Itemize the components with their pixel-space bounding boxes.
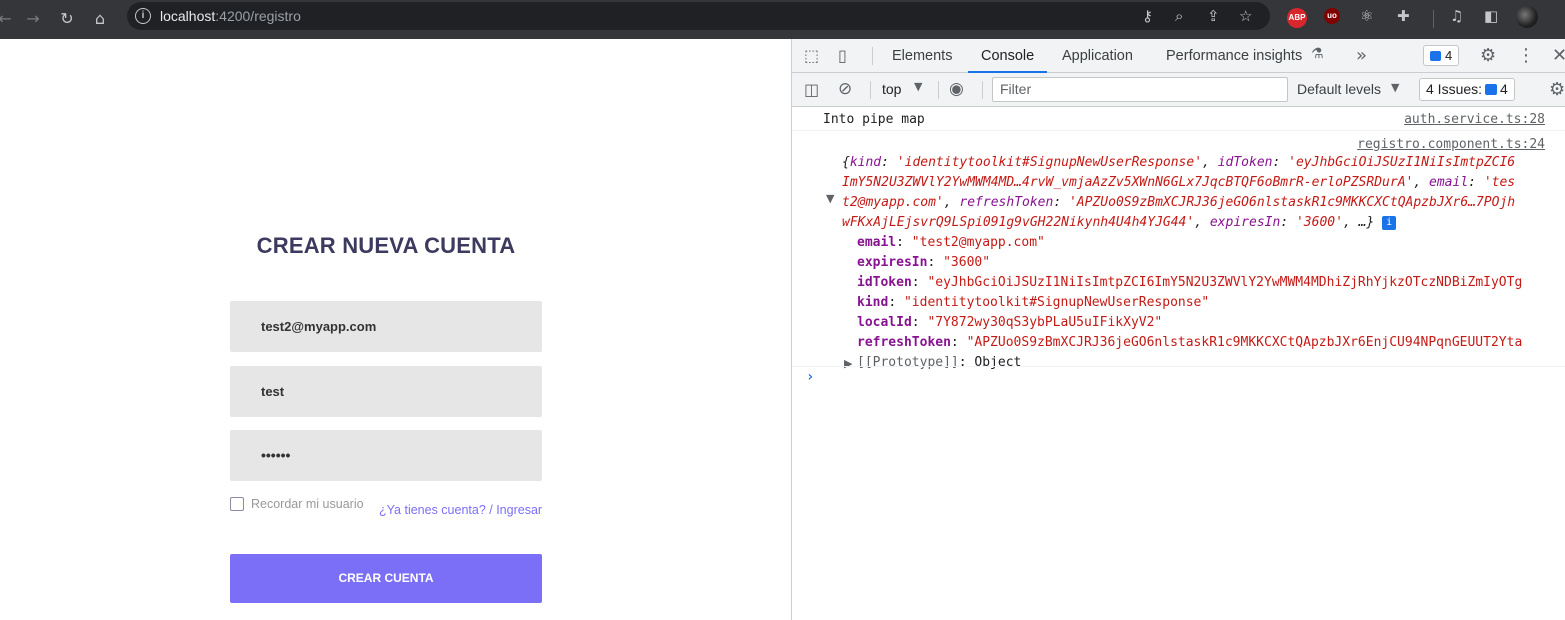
expand-caret-icon[interactable]: ▼ xyxy=(826,192,834,205)
console-prompt-icon[interactable]: › xyxy=(806,369,814,385)
console-message: Into pipe map auth.service.ts:28 xyxy=(792,107,1565,131)
url-text[interactable]: localhost:4200/registro xyxy=(160,8,301,24)
toolbar-divider xyxy=(1433,10,1434,28)
object-property: email: "test2@myapp.com" xyxy=(857,235,1045,250)
levels-dropdown-icon[interactable]: ▼ xyxy=(1391,81,1399,94)
password-field[interactable]: •••••• xyxy=(230,430,542,481)
bookmark-star-icon[interactable]: ☆ xyxy=(1239,7,1252,25)
object-summary-line[interactable]: wFKxAjLEjsvrQ9LSpi091g9vGH22Nikynh4U4h4Y… xyxy=(842,215,1397,230)
page-title: CREAR NUEVA CUENTA xyxy=(256,233,516,258)
side-panel-icon[interactable]: ◧ xyxy=(1484,7,1498,25)
object-property: idToken: "eyJhbGciOiJSUzI1NiIsImtpZCI6Im… xyxy=(857,275,1523,290)
object-property: refreshToken: "APZUo0S9zBmXCJRJ36jeGO6nl… xyxy=(857,335,1523,350)
object-property: expiresIn: "3600" xyxy=(857,255,991,270)
adblock-extension-icon[interactable]: ABP xyxy=(1287,8,1307,28)
default-levels-dropdown[interactable]: Default levels xyxy=(1297,81,1381,97)
message-icon xyxy=(1430,51,1441,61)
browser-toolbar: ← → ↻ ⌂ i localhost:4200/registro ⚷ ⌕ ⇪ … xyxy=(0,0,1565,39)
device-toolbar-icon[interactable]: ▯ xyxy=(838,46,847,65)
tab-divider xyxy=(872,47,873,65)
remember-label: Recordar mi usuario xyxy=(251,497,364,511)
profile-avatar[interactable] xyxy=(1516,6,1538,28)
toolbar-divider xyxy=(982,81,983,99)
clear-console-icon[interactable]: ⊘ xyxy=(838,79,852,99)
site-info-icon[interactable]: i xyxy=(135,8,151,24)
devtools-panel: ⬚ ▯ Elements Console Application Perform… xyxy=(791,39,1565,620)
share-icon[interactable]: ⇪ xyxy=(1207,7,1220,25)
ublock-extension-icon[interactable]: uo xyxy=(1324,8,1340,24)
log-text: Into pipe map xyxy=(823,112,925,127)
react-devtools-icon[interactable]: ⚛ xyxy=(1360,7,1373,25)
console-divider xyxy=(792,366,1565,367)
flask-icon: ⚗ xyxy=(1311,46,1324,62)
console-settings-gear-icon[interactable]: ⚙ xyxy=(1549,79,1565,100)
reload-icon[interactable]: ↻ xyxy=(54,6,80,32)
toolbar-divider xyxy=(938,81,939,99)
object-property: kind: "identitytoolkit#SignupNewUserResp… xyxy=(857,295,1210,310)
messages-badge[interactable]: 4 xyxy=(1423,45,1460,66)
login-link[interactable]: ¿Ya tienes cuenta? / Ingresar xyxy=(379,503,542,517)
filter-input[interactable]: Filter xyxy=(992,77,1288,102)
create-account-button[interactable]: CREAR CUENTA xyxy=(230,554,542,603)
issues-button[interactable]: 4 Issues: 4 xyxy=(1419,78,1515,101)
sidebar-toggle-icon[interactable]: ◫ xyxy=(804,80,819,99)
forward-arrow-icon[interactable]: → xyxy=(20,6,46,32)
tab-console[interactable]: Console xyxy=(968,39,1048,73)
key-icon[interactable]: ⚷ xyxy=(1142,7,1153,25)
tab-performance-insights[interactable]: Performance insights xyxy=(1166,39,1302,73)
app-page: CREAR NUEVA CUENTA test2@myapp.com test … xyxy=(0,39,791,620)
info-icon[interactable]: i xyxy=(1382,216,1397,230)
more-tabs-chevron-icon[interactable]: » xyxy=(1356,45,1367,66)
close-devtools-icon[interactable]: ✕ xyxy=(1552,45,1565,66)
live-expression-eye-icon[interactable]: ◉ xyxy=(949,79,964,99)
object-property: localId: "7Y872wy30qS3ybPLaU5uIFikXyV2" xyxy=(857,315,1163,330)
zoom-icon[interactable]: ⌕ xyxy=(1175,7,1183,25)
object-prototype[interactable]: [[Prototype]]: Object xyxy=(857,355,1021,370)
tab-elements[interactable]: Elements xyxy=(892,39,952,73)
log-source-link[interactable]: registro.component.ts:24 xyxy=(1357,137,1545,152)
extensions-puzzle-icon[interactable]: ✚ xyxy=(1397,7,1410,25)
name-field[interactable]: test xyxy=(230,366,542,417)
inspect-element-icon[interactable]: ⬚ xyxy=(804,46,819,65)
tab-application[interactable]: Application xyxy=(1062,39,1133,73)
devtools-tabbar: ⬚ ▯ Elements Console Application Perform… xyxy=(792,39,1565,73)
expand-prototype-caret-icon[interactable]: ▶ xyxy=(844,357,852,370)
address-bar[interactable]: i localhost:4200/registro ⚷ ⌕ ⇪ ☆ xyxy=(127,2,1270,30)
console-toolbar: ◫ ⊘ top ▼ ◉ Filter Default levels ▼ 4 Is… xyxy=(792,73,1565,107)
toolbar-divider xyxy=(870,81,871,99)
console-message: registro.component.ts:24 ▼ {kind: 'ident… xyxy=(792,131,1565,370)
object-summary-line[interactable]: ImY5N2U3ZWVlY2YwMWM4MD…4rvW_vmjaAzZv5XWn… xyxy=(842,175,1515,190)
back-arrow-icon[interactable]: ← xyxy=(0,6,18,32)
media-control-icon[interactable]: ♫ xyxy=(1450,7,1463,25)
log-source-link[interactable]: auth.service.ts:28 xyxy=(1404,112,1545,127)
home-icon[interactable]: ⌂ xyxy=(87,6,113,32)
settings-gear-icon[interactable]: ⚙ xyxy=(1480,45,1496,66)
object-summary-line[interactable]: {kind: 'identitytoolkit#SignupNewUserRes… xyxy=(842,155,1515,170)
context-selector[interactable]: top xyxy=(882,81,901,97)
remember-checkbox[interactable] xyxy=(230,497,244,511)
email-field[interactable]: test2@myapp.com xyxy=(230,301,542,352)
issue-message-icon xyxy=(1485,84,1498,95)
console-output: Into pipe map auth.service.ts:28 registr… xyxy=(792,107,1565,620)
object-summary-line[interactable]: t2@myapp.com', refreshToken: 'APZUo0S9zB… xyxy=(842,195,1515,210)
more-options-icon[interactable]: ⋮ xyxy=(1517,45,1535,66)
context-dropdown-icon[interactable]: ▼ xyxy=(914,80,922,93)
